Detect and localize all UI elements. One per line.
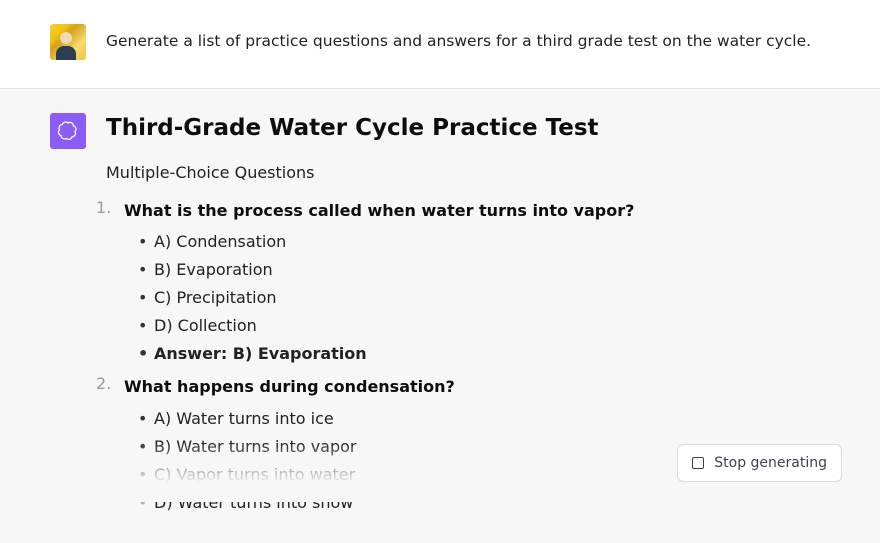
response-title: Third-Grade Water Cycle Practice Test xyxy=(106,115,830,141)
stop-icon xyxy=(692,457,704,469)
question-text: What is the process called when water tu… xyxy=(124,198,830,224)
option-item: C) Precipitation xyxy=(142,284,830,312)
response-subtitle: Multiple-Choice Questions xyxy=(106,163,830,182)
stop-button-label: Stop generating xyxy=(714,455,827,471)
question-text: What happens during condensation? xyxy=(124,374,830,400)
stop-generating-button[interactable]: Stop generating xyxy=(677,444,842,482)
user-message-row: Generate a list of practice questions an… xyxy=(0,0,880,89)
assistant-avatar xyxy=(50,113,86,149)
openai-logo-icon xyxy=(57,120,79,142)
option-item-generating: D) Water turns into snow xyxy=(142,489,830,517)
user-prompt-text: Generate a list of practice questions an… xyxy=(106,24,811,53)
option-item: A) Condensation xyxy=(142,228,830,256)
answer-line: Answer: B) Evaporation xyxy=(142,340,830,368)
user-avatar xyxy=(50,24,86,60)
option-list: A) Condensation B) Evaporation C) Precip… xyxy=(124,228,830,368)
option-item: A) Water turns into ice xyxy=(142,405,830,433)
option-item: B) Evaporation xyxy=(142,256,830,284)
question-item: What is the process called when water tu… xyxy=(106,198,830,368)
option-item: D) Collection xyxy=(142,312,830,340)
